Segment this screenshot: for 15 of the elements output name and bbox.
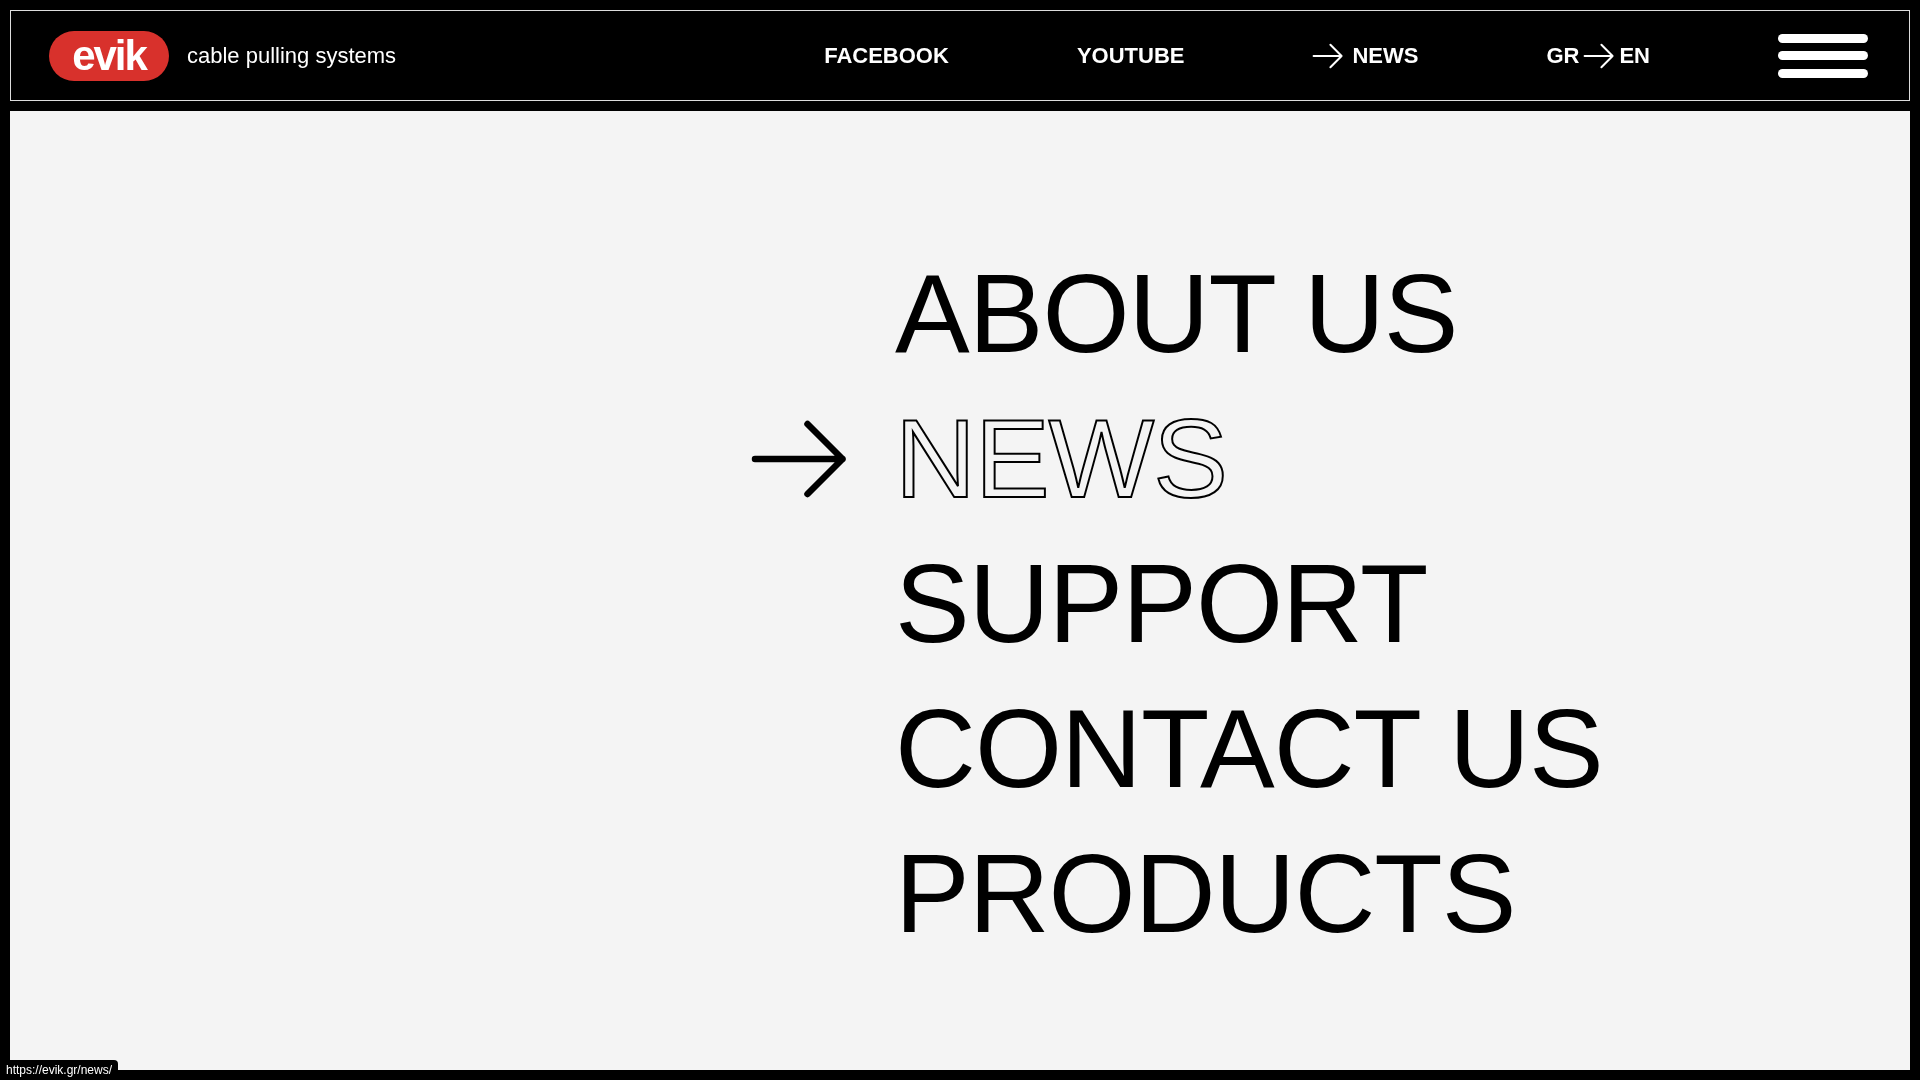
nav-link[interactable]: NEWS [1352, 39, 1419, 72]
menu-item[interactable]: ABOUT US [895, 257, 1458, 370]
nav-link[interactable]: FACEBOOK [824, 39, 949, 72]
language-option[interactable]: GR [1546, 39, 1580, 72]
menu-icon [1778, 33, 1868, 78]
menu-item[interactable]: CONTACT US [895, 692, 1603, 805]
tagline: cable pulling systems [187, 42, 397, 70]
arrow-icon [1583, 42, 1616, 69]
menu-button[interactable] [1778, 33, 1868, 78]
menu-item[interactable]: PRODUCTS [895, 837, 1516, 950]
menu-item[interactable]: NEWS [895, 402, 1227, 515]
menu-item[interactable]: SUPPORT [895, 547, 1428, 660]
logo[interactable]: evik [49, 30, 169, 81]
language-option[interactable]: EN [1619, 39, 1650, 72]
nav-link[interactable]: YOUTUBE [1076, 39, 1185, 72]
